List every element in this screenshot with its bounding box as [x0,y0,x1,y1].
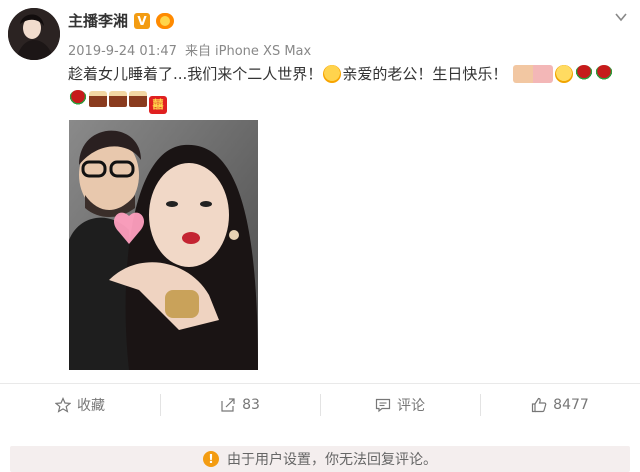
post-meta: 2019-9-24 01:47 来自 iPhone XS Max [68,40,315,59]
source-prefix: 来自 [185,44,212,59]
verified-badge: V [134,12,151,29]
post-text-part-b: 亲爱的老公！生日快乐！ [342,65,508,83]
comment-button[interactable]: 评论 [320,384,480,426]
cake-emoji-icon [129,91,147,107]
cake-emoji-icon [109,91,127,107]
star-icon [55,397,71,413]
repost-count: 83 [242,397,260,413]
author-name[interactable]: 主播李湘 [68,10,128,31]
couple-emoji-icon [513,65,554,83]
warning-icon: ! [203,451,219,467]
comment-label: 评论 [397,398,425,414]
avatar[interactable] [8,8,60,60]
post-text: 趁着女儿睡着了...我们来个二人世界！ 亲爱的老公！生日快乐！ 囍 [68,62,628,114]
share-icon [220,397,236,413]
like-button[interactable]: 8477 [480,384,640,426]
post-text-part-a: 趁着女儿睡着了...我们来个二人世界！ [68,65,323,83]
weibo-post-card: 主播李湘 V 2019-9-24 01:47 来自 iPhone XS Max 趁… [0,0,640,472]
favorite-label: 收藏 [77,398,105,414]
grin-emoji-icon [555,65,574,83]
post-timestamp[interactable]: 2019-9-24 01:47 [68,44,177,59]
favorite-button[interactable]: 收藏 [0,384,160,426]
repost-button[interactable]: 83 [160,384,320,426]
member-crown-icon [156,12,175,29]
rose-emoji-icon [595,65,614,83]
comment-icon [375,397,391,413]
notice-text: 由于用户设置，你无法回复评论。 [227,452,437,468]
like-count: 8477 [553,397,589,413]
chevron-down-icon[interactable] [614,10,628,24]
author-header: 主播李湘 V [68,10,175,31]
rose-emoji-icon [575,65,594,83]
thumbs-up-icon [531,397,547,413]
double-happiness-emoji-icon: 囍 [149,96,167,114]
cake-emoji-icon [89,91,107,107]
action-bar: 收藏 83 评论 8477 [0,384,640,426]
reply-restriction-notice: ! 由于用户设置，你无法回复评论。 [10,446,630,472]
kiss-emoji-icon [323,65,342,83]
source-device: iPhone XS Max [215,44,312,59]
post-photo[interactable] [69,120,258,370]
rose-emoji-icon [69,90,87,108]
